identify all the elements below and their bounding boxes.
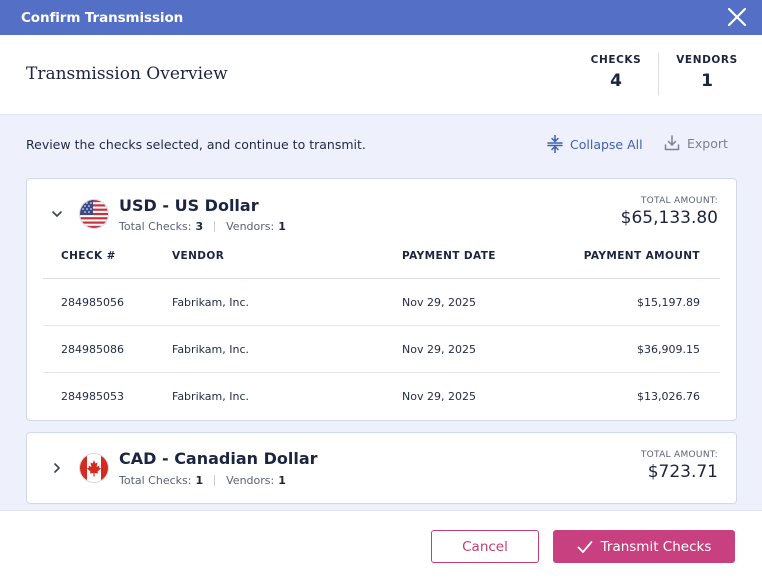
checkmark-icon xyxy=(577,540,593,553)
export-button[interactable]: Export xyxy=(664,135,728,151)
total-amount-label: TOTAL AMOUNT: xyxy=(640,196,718,206)
currency-group-usd: USD - US Dollar Total Checks: 3 Vendors:… xyxy=(26,178,737,421)
review-content: Review the checks selected, and continue… xyxy=(0,115,762,510)
checks-label: CHECKS xyxy=(590,54,642,66)
check-number-cell: 284985056 xyxy=(61,296,124,309)
cancel-label: Cancel xyxy=(462,538,508,555)
canada-flag-icon xyxy=(80,454,108,482)
dialog-footer: Cancel Transmit Checks xyxy=(0,510,762,582)
chevron-right-icon[interactable] xyxy=(50,461,64,475)
payment-amount-cell: $13,026.76 xyxy=(637,390,700,403)
export-icon xyxy=(664,135,680,151)
stat-divider xyxy=(658,53,659,95)
column-payment-amount[interactable]: PAYMENT AMOUNT xyxy=(584,250,700,262)
total-amount-label: TOTAL AMOUNT: xyxy=(640,450,718,460)
table-header: CHECK # VENDOR PAYMENT DATE PAYMENT AMOU… xyxy=(43,247,720,279)
total-checks-label: Total Checks: xyxy=(119,220,192,233)
vendors-meta-label: Vendors: xyxy=(226,220,275,233)
cancel-button[interactable]: Cancel xyxy=(431,530,539,563)
table-row[interactable]: 284985056 Fabrikam, Inc. Nov 29, 2025 $1… xyxy=(43,279,720,326)
vendor-cell: Fabrikam, Inc. xyxy=(172,390,250,403)
payment-date-cell: Nov 29, 2025 xyxy=(402,343,476,356)
currency-meta: Total Checks: 3 Vendors: 1 xyxy=(119,220,286,233)
table-row[interactable]: 284985053 Fabrikam, Inc. Nov 29, 2025 $1… xyxy=(43,373,720,420)
vendor-cell: Fabrikam, Inc. xyxy=(172,343,250,356)
column-payment-date[interactable]: PAYMENT DATE xyxy=(402,250,496,262)
total-checks-value: 1 xyxy=(195,474,204,487)
meta-divider xyxy=(214,221,216,232)
payment-amount-cell: $15,197.89 xyxy=(637,296,700,309)
currency-name: CAD - Canadian Dollar xyxy=(119,449,318,468)
us-flag-icon xyxy=(80,200,108,228)
payment-amount-cell: $36,909.15 xyxy=(637,343,700,356)
instructions-text: Review the checks selected, and continue… xyxy=(26,137,366,152)
currency-name: USD - US Dollar xyxy=(119,196,259,215)
total-amount-value: $65,133.80 xyxy=(620,208,718,228)
total-amount-value: $723.71 xyxy=(647,462,718,482)
total-amount: TOTAL AMOUNT: $65,133.80 xyxy=(621,196,718,228)
transmit-checks-button[interactable]: Transmit Checks xyxy=(553,530,735,563)
transmit-checks-label: Transmit Checks xyxy=(600,538,712,555)
page-title: Transmission Overview xyxy=(26,64,228,84)
currency-group-cad: CAD - Canadian Dollar Total Checks: 1 Ve… xyxy=(26,432,737,504)
vendors-count: 1 xyxy=(701,71,713,91)
collapse-all-button[interactable]: Collapse All xyxy=(547,135,643,153)
check-number-cell: 284985053 xyxy=(61,390,124,403)
table-row[interactable]: 284985086 Fabrikam, Inc. Nov 29, 2025 $3… xyxy=(43,326,720,373)
dialog-titlebar: Confirm Transmission xyxy=(0,0,762,35)
vendors-meta-value: 1 xyxy=(278,474,286,487)
vendors-meta-label: Vendors: xyxy=(226,474,275,487)
column-vendor[interactable]: VENDOR xyxy=(172,250,224,262)
total-checks-value: 3 xyxy=(195,220,204,233)
total-amount: TOTAL AMOUNT: $723.71 xyxy=(641,450,718,482)
vendor-cell: Fabrikam, Inc. xyxy=(172,296,250,309)
check-number-cell: 284985086 xyxy=(61,343,124,356)
payment-date-cell: Nov 29, 2025 xyxy=(402,296,476,309)
collapse-icon xyxy=(547,135,563,153)
collapse-all-label: Collapse All xyxy=(570,136,643,152)
total-checks-label: Total Checks: xyxy=(119,474,192,487)
vendors-stat: VENDORS 1 xyxy=(672,54,742,91)
checks-count: 4 xyxy=(610,71,622,91)
overview-header: Transmission Overview CHECKS 4 VENDORS 1 xyxy=(0,35,762,115)
dialog-title: Confirm Transmission xyxy=(21,9,184,26)
vendors-label: VENDORS xyxy=(676,54,738,66)
export-label: Export xyxy=(687,135,728,151)
chevron-down-icon[interactable] xyxy=(50,207,64,221)
meta-divider xyxy=(214,475,216,486)
vendors-meta-value: 1 xyxy=(278,220,286,233)
checks-stat: CHECKS 4 xyxy=(588,54,644,91)
close-icon[interactable] xyxy=(726,6,748,28)
currency-meta: Total Checks: 1 Vendors: 1 xyxy=(119,474,286,487)
column-check-number[interactable]: CHECK # xyxy=(61,250,116,262)
payment-date-cell: Nov 29, 2025 xyxy=(402,390,476,403)
